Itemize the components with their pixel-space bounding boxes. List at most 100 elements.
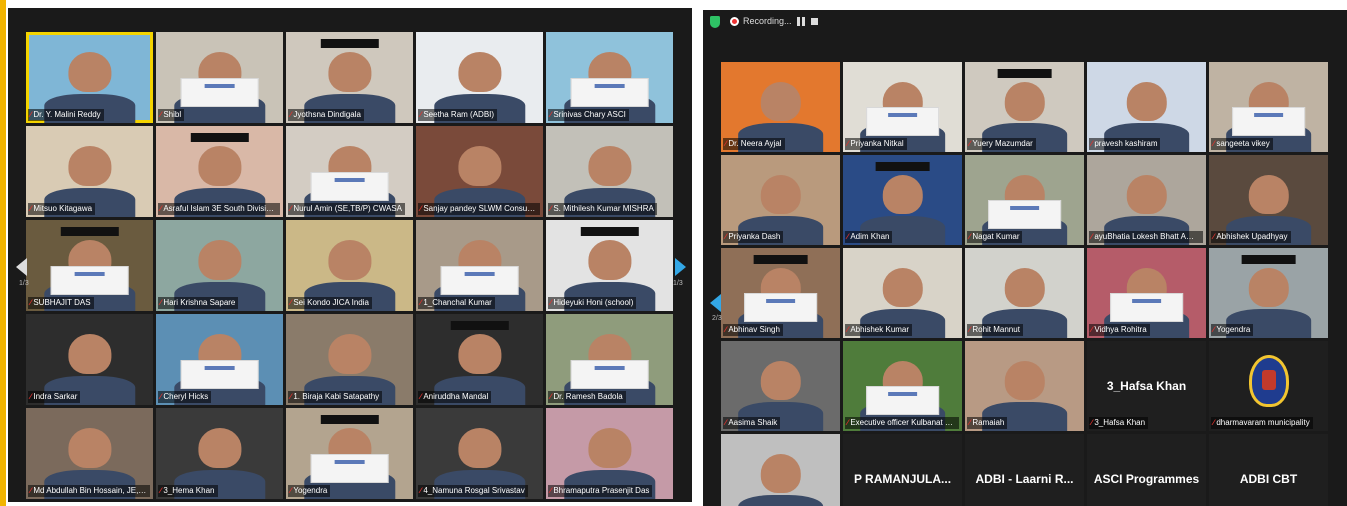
participant-tile[interactable]: ∕ Hari Krishna Sapare: [156, 220, 283, 311]
participant-tile[interactable]: ∕ Indra Sarkar: [26, 314, 153, 405]
participant-name: Abhishek Upadhyay: [1216, 232, 1288, 241]
participant-tile[interactable]: ∕ Rohit Mannut: [965, 248, 1084, 338]
participant-face: [1004, 267, 1045, 308]
participant-tile[interactable]: ADBI - Laarni R...: [965, 434, 1084, 506]
security-shield-icon[interactable]: [710, 16, 720, 28]
participant-tile[interactable]: ∕ Aasima Shaik: [721, 341, 840, 431]
participant-tile[interactable]: ADBI CBT: [1209, 434, 1328, 506]
stop-recording-icon[interactable]: [811, 18, 818, 25]
participant-name: Md Abdullah Bin Hossain, JE, JICA...: [33, 486, 150, 495]
participant-tile[interactable]: ∕ Hideyuki Honi (school): [546, 220, 673, 311]
participant-display-name: ADBI CBT: [1239, 472, 1298, 486]
prev-page-icon[interactable]: [710, 294, 721, 312]
participant-face: [1248, 267, 1289, 308]
participant-name: Dr. Ramesh Badola: [553, 392, 623, 401]
participant-name-label: ∕ Shibl: [158, 109, 185, 121]
participant-tile[interactable]: ∕ Shibl: [156, 32, 283, 123]
participant-name: Rohit Mannut: [972, 325, 1020, 334]
participant-tile[interactable]: ∕Asraful Islam 3E South Division, SBS...: [156, 126, 283, 217]
participant-face: [457, 334, 502, 375]
participant-tile[interactable]: ∕Md Abdullah Bin Hossain, JE, JICA...: [26, 408, 153, 499]
participant-name-label: ∕ Srinivas Chary ASCI: [548, 109, 629, 121]
participant-face: [67, 146, 112, 187]
participant-tile[interactable]: ∕ sangeeta vikey: [1209, 62, 1328, 152]
participant-name: Aniruddha Mandal: [423, 392, 489, 401]
participant-face: [760, 81, 801, 122]
participant-tile[interactable]: ∕ Yuery Mazumdar: [965, 62, 1084, 152]
participant-name: SUBHAJIT DAS: [33, 298, 91, 307]
participant-tile[interactable]: [721, 434, 840, 506]
participant-tile[interactable]: 3_Hafsa Khan ∕ 3_Hafsa Khan: [1087, 341, 1206, 431]
mic-muted-icon: ∕: [847, 232, 849, 241]
participant-name: S. Mithilesh Kumar MISHRA: [553, 204, 654, 213]
participant-name: Ramaiah: [972, 418, 1005, 427]
participant-tile[interactable]: ∕ pravesh kashiram: [1087, 62, 1206, 152]
next-page-icon[interactable]: [675, 258, 686, 276]
certificate-image: [865, 386, 940, 415]
pause-recording-icon[interactable]: [797, 17, 805, 26]
participant-tile[interactable]: ∕ 3_Hema Khan: [156, 408, 283, 499]
participant-tile[interactable]: ∕ Srinivas Chary ASCI: [546, 32, 673, 123]
mic-muted-icon: ∕: [1213, 325, 1215, 334]
mic-muted-icon: ∕: [1213, 232, 1215, 241]
graduation-cap-icon: [997, 69, 1052, 79]
participant-tile[interactable]: ∕ Dr. Y. Malini Reddy: [26, 32, 153, 123]
participant-name-label: ∕ 3_Hema Khan: [158, 485, 218, 497]
participant-tile[interactable]: ∕ Nagat Kumar: [965, 155, 1084, 245]
participant-name: Dr. Y. Malini Reddy: [33, 110, 101, 119]
participant-name-label: ∕ayuBhatia Lokesh Bhatt AmMotopur...: [1089, 231, 1204, 243]
participant-tile[interactable]: ∕ Bhramaputra Prasenjit Das: [546, 408, 673, 499]
participant-tile[interactable]: ∕ Jyothsna Dindigala: [286, 32, 413, 123]
participant-tile[interactable]: ∕ 1. Biraja Kabi Satapathy: [286, 314, 413, 405]
participant-name-label: ∕Md Abdullah Bin Hossain, JE, JICA...: [28, 485, 150, 497]
participant-tile[interactable]: ∕ Seetha Ram (ADBI): [416, 32, 543, 123]
mic-muted-icon: ∕: [1091, 232, 1093, 241]
participant-tile[interactable]: ∕ Priyanka Dash: [721, 155, 840, 245]
participant-tile[interactable]: ∕ 4_Namuna Rosgal Srivastav: [416, 408, 543, 499]
participant-tile[interactable]: ∕ Abhinav Singh: [721, 248, 840, 338]
participant-tile[interactable]: ∕ Sanjay pandey SLWM Consultant...: [416, 126, 543, 217]
participant-tile[interactable]: ∕ 1_Chanchal Kumar: [416, 220, 543, 311]
participant-tile[interactable]: ∕ Abhishek Kumar: [843, 248, 962, 338]
participant-name-label: ∕ Ramaiah: [967, 417, 1008, 429]
participant-tile[interactable]: ∕ Dr. Neera Ayjal: [721, 62, 840, 152]
participant-tile[interactable]: ∕ Ramaiah: [965, 341, 1084, 431]
participant-tile[interactable]: ∕ayuBhatia Lokesh Bhatt AmMotopur...: [1087, 155, 1206, 245]
participant-name: Mitsuo Kitagawa: [33, 204, 93, 213]
participant-name-label: ∕ Aniruddha Mandal: [418, 391, 492, 403]
participant-tile[interactable]: ∕ Aniruddha Mandal: [416, 314, 543, 405]
participant-tile[interactable]: ∕ Yogendra: [286, 408, 413, 499]
mic-muted-icon: ∕: [969, 325, 971, 334]
mic-muted-icon: ∕: [160, 486, 162, 495]
participant-tile[interactable]: ∕ Nurul Amin (SE,TB/P) CWASA: [286, 126, 413, 217]
participant-name-label: ∕ 1. Biraja Kabi Satapathy: [288, 391, 383, 403]
mic-muted-icon: ∕: [30, 486, 32, 495]
participant-tile[interactable]: ∕ Mitsuo Kitagawa: [26, 126, 153, 217]
participant-tile[interactable]: P RAMANJULA...: [843, 434, 962, 506]
prev-page-icon[interactable]: [16, 258, 27, 276]
mic-muted-icon: ∕: [30, 298, 32, 307]
participant-display-name: 3_Hafsa Khan: [1106, 379, 1187, 393]
participant-tile[interactable]: ∕ dharmavaram municipality: [1209, 341, 1328, 431]
graduation-cap-icon: [60, 227, 119, 237]
participant-name: Seetha Ram (ADBI): [423, 110, 495, 119]
graduation-cap-icon: [1241, 255, 1296, 265]
mic-muted-icon: ∕: [969, 232, 971, 241]
participant-tile[interactable]: ∕ Dr. Ramesh Badola: [546, 314, 673, 405]
participant-tile[interactable]: ∕ Abhishek Upadhyay: [1209, 155, 1328, 245]
participant-tile[interactable]: ASCI Programmes: [1087, 434, 1206, 506]
participant-tile[interactable]: ∕ Vidhya Rohitra: [1087, 248, 1206, 338]
certificate-image: [865, 107, 940, 136]
participant-tile[interactable]: ∕ Sei Kondo JICA India: [286, 220, 413, 311]
participant-tile[interactable]: ∕ Priyanka Nitkal: [843, 62, 962, 152]
participant-tile[interactable]: ∕ Adim Khan: [843, 155, 962, 245]
participant-tile[interactable]: ∕ SUBHAJIT DAS: [26, 220, 153, 311]
participant-name-label: ∕ Vidhya Rohitra: [1089, 324, 1150, 336]
participant-tile[interactable]: ∕ S. Mithilesh Kumar MISHRA: [546, 126, 673, 217]
participant-face: [1004, 81, 1045, 122]
participant-tile[interactable]: ∕ Yogendra: [1209, 248, 1328, 338]
mic-muted-icon: ∕: [550, 392, 552, 401]
participant-tile[interactable]: ∕Executive officer Kulbanat singh Y...: [843, 341, 962, 431]
participant-name: Sei Kondo JICA India: [293, 298, 369, 307]
participant-tile[interactable]: ∕ Cheryl Hicks: [156, 314, 283, 405]
